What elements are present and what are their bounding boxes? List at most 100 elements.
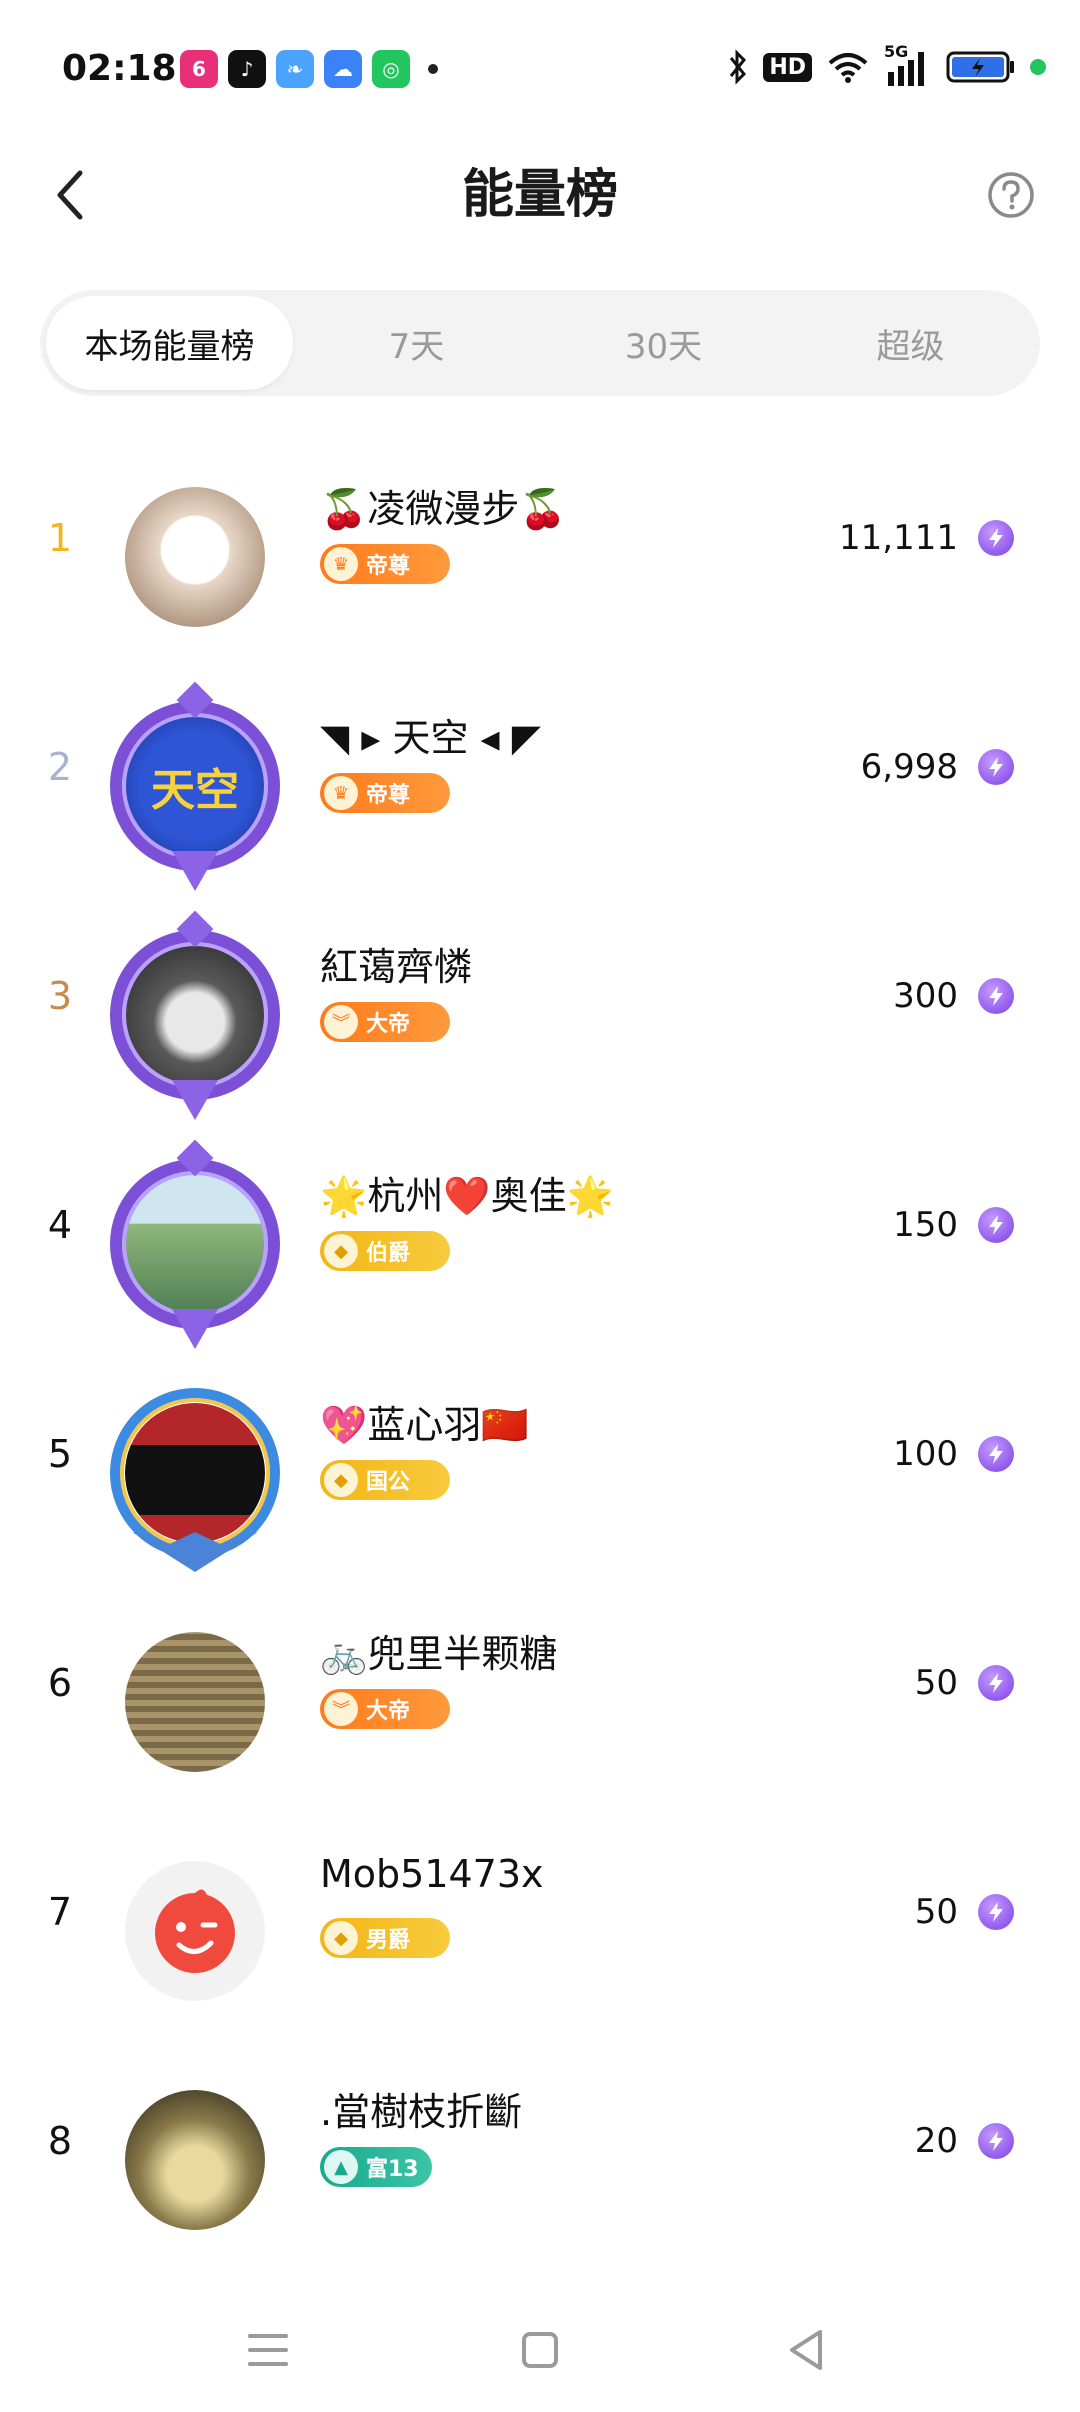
level-badge-label: 大帝	[366, 1012, 411, 1037]
avatar[interactable]: 天空	[110, 681, 280, 891]
cellular-signal-icon: 5G	[884, 42, 932, 86]
crown-badge-icon: ♛	[324, 776, 358, 810]
energy-value: 150	[893, 1205, 958, 1245]
ranking-row[interactable]: 8 .當樹枝折斷 ▲ 富13 20	[0, 2043, 1080, 2272]
lightning-energy-icon	[978, 1207, 1014, 1243]
avatar-frame-ornament	[172, 1309, 218, 1349]
level-badge-label: 帝尊	[366, 783, 411, 808]
energy-value: 20	[914, 2121, 958, 2161]
lightning-energy-icon	[978, 978, 1014, 1014]
rank-number: 2	[47, 745, 73, 789]
tab-super[interactable]: 超级	[787, 296, 1034, 390]
chevron-badge-icon: ︾	[324, 1005, 358, 1039]
help-button[interactable]	[978, 162, 1044, 228]
user-name: 🚲兜里半颗糖	[320, 1632, 558, 1676]
privacy-indicator-dot	[1030, 59, 1046, 75]
level-badge-label: 富13	[366, 2157, 419, 2182]
avatar[interactable]	[110, 1388, 280, 1572]
question-circle-icon	[988, 172, 1034, 218]
avatar-image	[125, 487, 265, 627]
wifi-icon	[828, 53, 868, 83]
camera-app-icon: ◎	[372, 50, 410, 88]
energy-value: 300	[893, 976, 958, 1016]
ranking-row[interactable]: 6 🚲兜里半颗糖 ︾ 大帝 50	[0, 1585, 1080, 1814]
user-name: 紅蔼齊憐	[320, 945, 473, 989]
avatar-frame-ornament	[132, 1532, 258, 1572]
ranking-row[interactable]: 7 Mob51473x ◆ 男爵 50	[0, 1814, 1080, 2043]
diamond-badge-icon: ◆	[324, 1463, 358, 1497]
home-nav-button[interactable]	[510, 2320, 570, 2380]
avatar[interactable]	[110, 1846, 280, 2016]
level-badge-label: 大帝	[366, 1699, 411, 1724]
ranking-list: 1 🍒凌微漫步🍒 ♛ 帝尊 11,111 2 天空 ◥ ▸ 天空 ◂ ◤ ♛ 帝…	[0, 440, 1080, 2272]
triangle-badge-icon: ▲	[324, 2150, 358, 2184]
square-home-icon	[522, 2332, 558, 2368]
more-notifications-dot	[428, 64, 438, 74]
avatar[interactable]	[110, 2075, 280, 2245]
level-badge-label: 伯爵	[366, 1241, 411, 1266]
user-name: 💖蓝心羽🇨🇳	[320, 1403, 529, 1447]
lightning-energy-icon	[978, 520, 1014, 556]
user-name: ◥ ▸ 天空 ◂ ◤	[320, 716, 541, 760]
status-time: 02:18	[62, 48, 177, 89]
avatar[interactable]	[110, 1617, 280, 1787]
level-badge: ♛ 帝尊	[320, 544, 450, 584]
battery-icon	[946, 51, 1014, 83]
tab-current-session[interactable]: 本场能量榜	[46, 296, 293, 390]
menu-icon	[248, 2334, 288, 2366]
diamond-badge-icon: ◆	[324, 1921, 358, 1955]
level-badge: ︾ 大帝	[320, 1689, 450, 1729]
user-name: .當樹枝折斷	[320, 2090, 523, 2134]
level-badge: ︾ 大帝	[320, 1002, 450, 1042]
ranking-row[interactable]: 2 天空 ◥ ▸ 天空 ◂ ◤ ♛ 帝尊 6,998	[0, 669, 1080, 898]
level-badge: ◆ 男爵	[320, 1918, 450, 1958]
user-name: 🌟杭州❤️奥佳🌟	[320, 1174, 614, 1218]
hd-icon: HD	[763, 52, 812, 82]
energy-value: 50	[914, 1892, 958, 1932]
feather-app-icon: ❧	[276, 50, 314, 88]
page-title: 能量榜	[461, 165, 618, 225]
avatar[interactable]	[110, 472, 280, 642]
status-app-icons: 6 ♪ ❧ ☁ ◎	[180, 50, 438, 88]
default-avatar-icon	[155, 1889, 235, 1973]
avatar-image	[125, 1632, 265, 1772]
ranking-row[interactable]: 4 🌟杭州❤️奥佳🌟 ◆ 伯爵 150	[0, 1127, 1080, 1356]
bluetooth-icon	[730, 49, 747, 85]
energy-value: 11,111	[839, 518, 958, 558]
avatar[interactable]	[110, 1139, 280, 1349]
rank-number: 3	[47, 974, 73, 1018]
header: 能量榜	[0, 140, 1080, 250]
status-indicators: HD 5G	[727, 42, 1046, 86]
rank-number: 5	[47, 1432, 73, 1476]
avatar[interactable]	[110, 910, 280, 1120]
level-badge: ◆ 国公	[320, 1460, 450, 1500]
lightning-energy-icon	[978, 749, 1014, 785]
douyin-icon: ♪	[228, 50, 266, 88]
tab-7-days[interactable]: 7天	[293, 296, 540, 390]
level-badge-label: 国公	[366, 1470, 411, 1495]
level-badge: ♛ 帝尊	[320, 773, 450, 813]
back-nav-button[interactable]	[776, 2320, 836, 2380]
rank-number: 6	[47, 1661, 73, 1705]
weather-icon: ☁	[324, 50, 362, 88]
ranking-row[interactable]: 5 💖蓝心羽🇨🇳 ◆ 国公 100	[0, 1356, 1080, 1585]
tab-30-days[interactable]: 30天	[540, 296, 787, 390]
avatar-frame	[110, 701, 280, 871]
menu-nav-button[interactable]	[238, 2320, 298, 2380]
lightning-energy-icon	[978, 1894, 1014, 1930]
energy-ranking-screen: 02:18 6 ♪ ❧ ☁ ◎ HD 5G 能量榜 本场能量榜 7天 30天 超…	[0, 0, 1080, 2412]
ranking-row[interactable]: 1 🍒凌微漫步🍒 ♛ 帝尊 11,111	[0, 440, 1080, 669]
lightning-energy-icon	[978, 2123, 1014, 2159]
avatar-frame	[110, 930, 280, 1100]
avatar-image	[125, 1861, 265, 2001]
level-badge: ◆ 伯爵	[320, 1231, 450, 1271]
chevron-badge-icon: ︾	[324, 1692, 358, 1726]
avatar-frame-ornament	[172, 1080, 218, 1120]
energy-value: 100	[893, 1434, 958, 1474]
ranking-period-tabs: 本场能量榜 7天 30天 超级	[40, 290, 1040, 396]
rank-number: 8	[47, 2119, 73, 2163]
ranking-row[interactable]: 3 紅蔼齊憐 ︾ 大帝 300	[0, 898, 1080, 1127]
triangle-back-icon	[790, 2330, 822, 2370]
avatar-frame	[110, 1159, 280, 1329]
rank-number: 4	[47, 1203, 73, 1247]
